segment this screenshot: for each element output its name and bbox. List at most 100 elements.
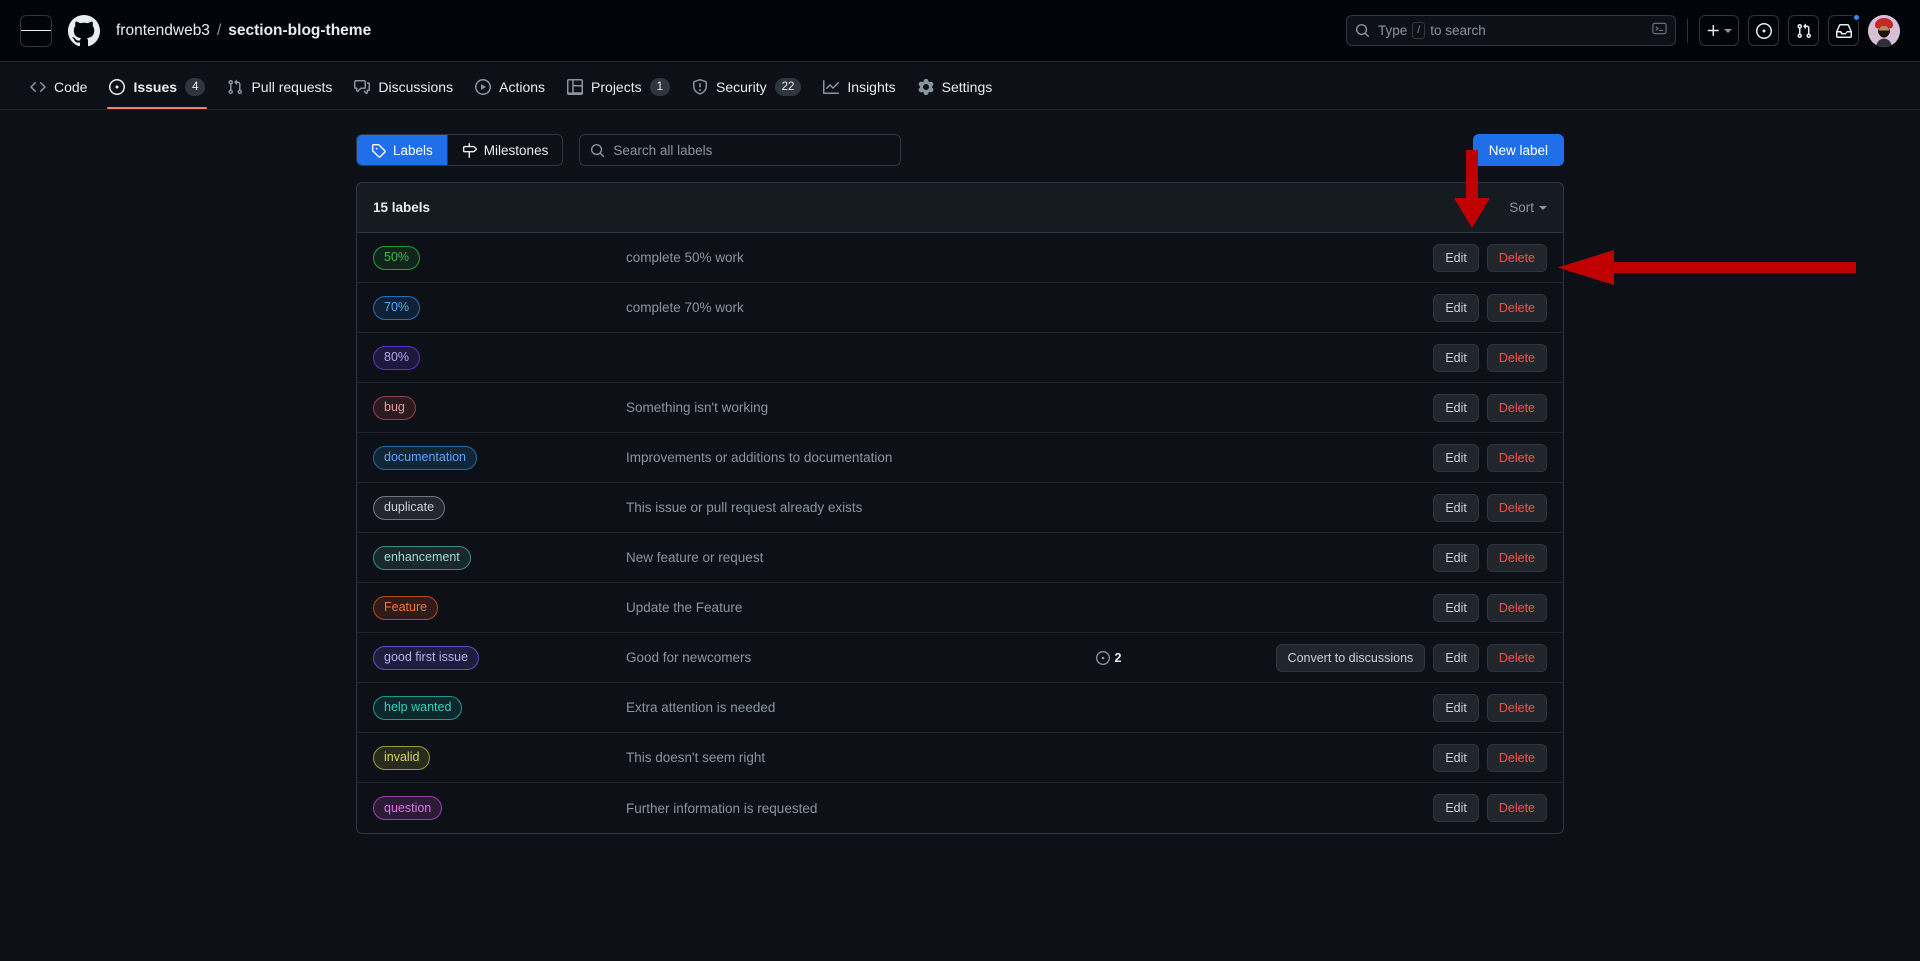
- inbox-icon: [1835, 23, 1852, 38]
- label-description: New feature or request: [626, 550, 764, 565]
- edit-button[interactable]: Edit: [1433, 493, 1479, 522]
- notification-badge-dot: [1852, 13, 1861, 22]
- delete-button[interactable]: Delete: [1486, 343, 1547, 372]
- label-actions: Edit Delete: [1433, 443, 1547, 472]
- label-pill[interactable]: invalid: [373, 745, 431, 770]
- nav-tab-label: Settings: [941, 78, 993, 95]
- label-pill[interactable]: bug: [373, 395, 416, 420]
- label-cell: Feature: [373, 595, 626, 620]
- avatar[interactable]: [1868, 14, 1900, 47]
- new-label-button[interactable]: New label: [1472, 134, 1564, 166]
- edit-button[interactable]: Edit: [1433, 343, 1479, 372]
- global-search-input[interactable]: Type / to search: [1346, 15, 1676, 46]
- label-pill[interactable]: 50%: [373, 245, 421, 270]
- nav-tab-code[interactable]: Code: [20, 62, 97, 109]
- hamburger-bar: [21, 29, 31, 32]
- label-pill[interactable]: Feature: [373, 595, 439, 620]
- delete-button[interactable]: Delete: [1486, 243, 1547, 272]
- edit-button[interactable]: Edit: [1433, 243, 1479, 272]
- edit-button[interactable]: Edit: [1433, 743, 1479, 772]
- label-actions: Edit Delete: [1433, 393, 1547, 422]
- delete-button[interactable]: Delete: [1486, 443, 1547, 472]
- header-pull-requests-button[interactable]: [1788, 15, 1819, 46]
- nav-tab-label: Security: [716, 78, 767, 95]
- label-pill[interactable]: documentation: [373, 445, 478, 470]
- search-all-labels-input[interactable]: Search all labels: [579, 134, 902, 166]
- breadcrumb-owner[interactable]: frontendweb3: [116, 22, 210, 40]
- convert-to-discussions-button[interactable]: Convert to discussions: [1275, 643, 1426, 672]
- label-row: help wanted Extra attention is needed Edit…: [357, 683, 1563, 733]
- delete-button[interactable]: Delete: [1486, 693, 1547, 722]
- nav-tab-issues[interactable]: Issues 4: [99, 62, 215, 109]
- hamburger-icon[interactable]: [20, 14, 52, 47]
- delete-button[interactable]: Delete: [1486, 543, 1547, 572]
- label-row: bug Something isn't working Edit Delete: [357, 383, 1563, 433]
- label-description: This issue or pull request already exist…: [626, 500, 863, 515]
- labels-list: 50% complete 50% work Edit Delete 70% complet…: [357, 233, 1563, 833]
- git-pull-request-icon: [1796, 23, 1811, 38]
- label-pill[interactable]: 80%: [373, 345, 421, 370]
- label-row: 80% Edit Delete: [357, 333, 1563, 383]
- edit-button[interactable]: Edit: [1433, 543, 1479, 572]
- label-actions: Edit Delete: [1433, 743, 1547, 772]
- delete-button[interactable]: Delete: [1486, 794, 1547, 822]
- edit-button[interactable]: Edit: [1433, 693, 1479, 722]
- delete-button[interactable]: Delete: [1486, 293, 1547, 322]
- label-description: Improvements or additions to documentati…: [626, 450, 893, 465]
- labels-count: 15 labels: [373, 200, 431, 215]
- sort-button[interactable]: Sort: [1509, 200, 1547, 215]
- terminal-chevron-icon[interactable]: [1652, 21, 1667, 41]
- label-pill[interactable]: enhancement: [373, 545, 471, 570]
- label-cell: good first issue: [373, 645, 626, 670]
- label-pill[interactable]: duplicate: [373, 495, 446, 520]
- github-mark-icon[interactable]: [68, 14, 100, 47]
- label-cell: question: [373, 796, 626, 820]
- label-row: enhancement New feature or request Edit Del…: [357, 533, 1563, 583]
- nav-tab-projects[interactable]: Projects 1: [557, 62, 680, 109]
- labels-panel: 15 labels Sort 50% complete 50% work Edit D…: [356, 182, 1564, 834]
- header-divider: [1687, 18, 1688, 43]
- delete-button[interactable]: Delete: [1486, 393, 1547, 422]
- label-pill[interactable]: 70%: [373, 295, 421, 320]
- graph-icon: [823, 79, 840, 94]
- label-row: 70% complete 70% work Edit Delete: [357, 283, 1563, 333]
- create-new-button[interactable]: [1699, 15, 1739, 46]
- label-description: This doesn't seem right: [626, 750, 766, 765]
- delete-button[interactable]: Delete: [1486, 643, 1547, 672]
- nav-tab-insights[interactable]: Insights: [813, 62, 905, 109]
- nav-tab-settings[interactable]: Settings: [908, 62, 1003, 109]
- label-cell: 50%: [373, 245, 626, 270]
- label-cell: duplicate: [373, 495, 626, 520]
- header-issues-button[interactable]: [1748, 15, 1779, 46]
- label-cell: 70%: [373, 295, 626, 320]
- edit-button[interactable]: Edit: [1433, 293, 1479, 322]
- notifications-button[interactable]: [1828, 13, 1861, 46]
- edit-button[interactable]: Edit: [1433, 443, 1479, 472]
- tab-milestones-label: Milestones: [483, 142, 549, 158]
- labels-panel-header: 15 labels Sort: [357, 183, 1563, 233]
- label-row: duplicate This issue or pull request alre…: [357, 483, 1563, 533]
- label-pill[interactable]: good first issue: [373, 645, 480, 670]
- breadcrumb: frontendweb3 / section-blog-theme: [116, 22, 371, 40]
- nav-tab-label: Actions: [499, 78, 546, 95]
- delete-button[interactable]: Delete: [1486, 743, 1547, 772]
- tag-icon: [371, 143, 386, 158]
- breadcrumb-repo[interactable]: section-blog-theme: [228, 22, 371, 40]
- nav-tab-security[interactable]: Security 22: [682, 62, 811, 109]
- delete-button[interactable]: Delete: [1486, 493, 1547, 522]
- nav-tab-pull-requests[interactable]: Pull requests: [217, 62, 342, 109]
- edit-button[interactable]: Edit: [1433, 794, 1479, 822]
- nav-tab-discussions[interactable]: Discussions: [344, 62, 463, 109]
- tab-milestones[interactable]: Milestones: [446, 135, 563, 165]
- git-pull-request-icon: [228, 79, 243, 94]
- edit-button[interactable]: Edit: [1433, 593, 1479, 622]
- nav-tab-actions[interactable]: Actions: [465, 62, 555, 109]
- tab-labels[interactable]: Labels: [357, 135, 447, 165]
- edit-button[interactable]: Edit: [1433, 643, 1479, 672]
- delete-button[interactable]: Delete: [1486, 593, 1547, 622]
- label-pill[interactable]: help wanted: [373, 695, 463, 720]
- label-pill[interactable]: question: [373, 796, 443, 820]
- issue-opened-icon: [1095, 650, 1110, 665]
- label-issue-count[interactable]: 2: [1095, 650, 1276, 665]
- edit-button[interactable]: Edit: [1433, 393, 1479, 422]
